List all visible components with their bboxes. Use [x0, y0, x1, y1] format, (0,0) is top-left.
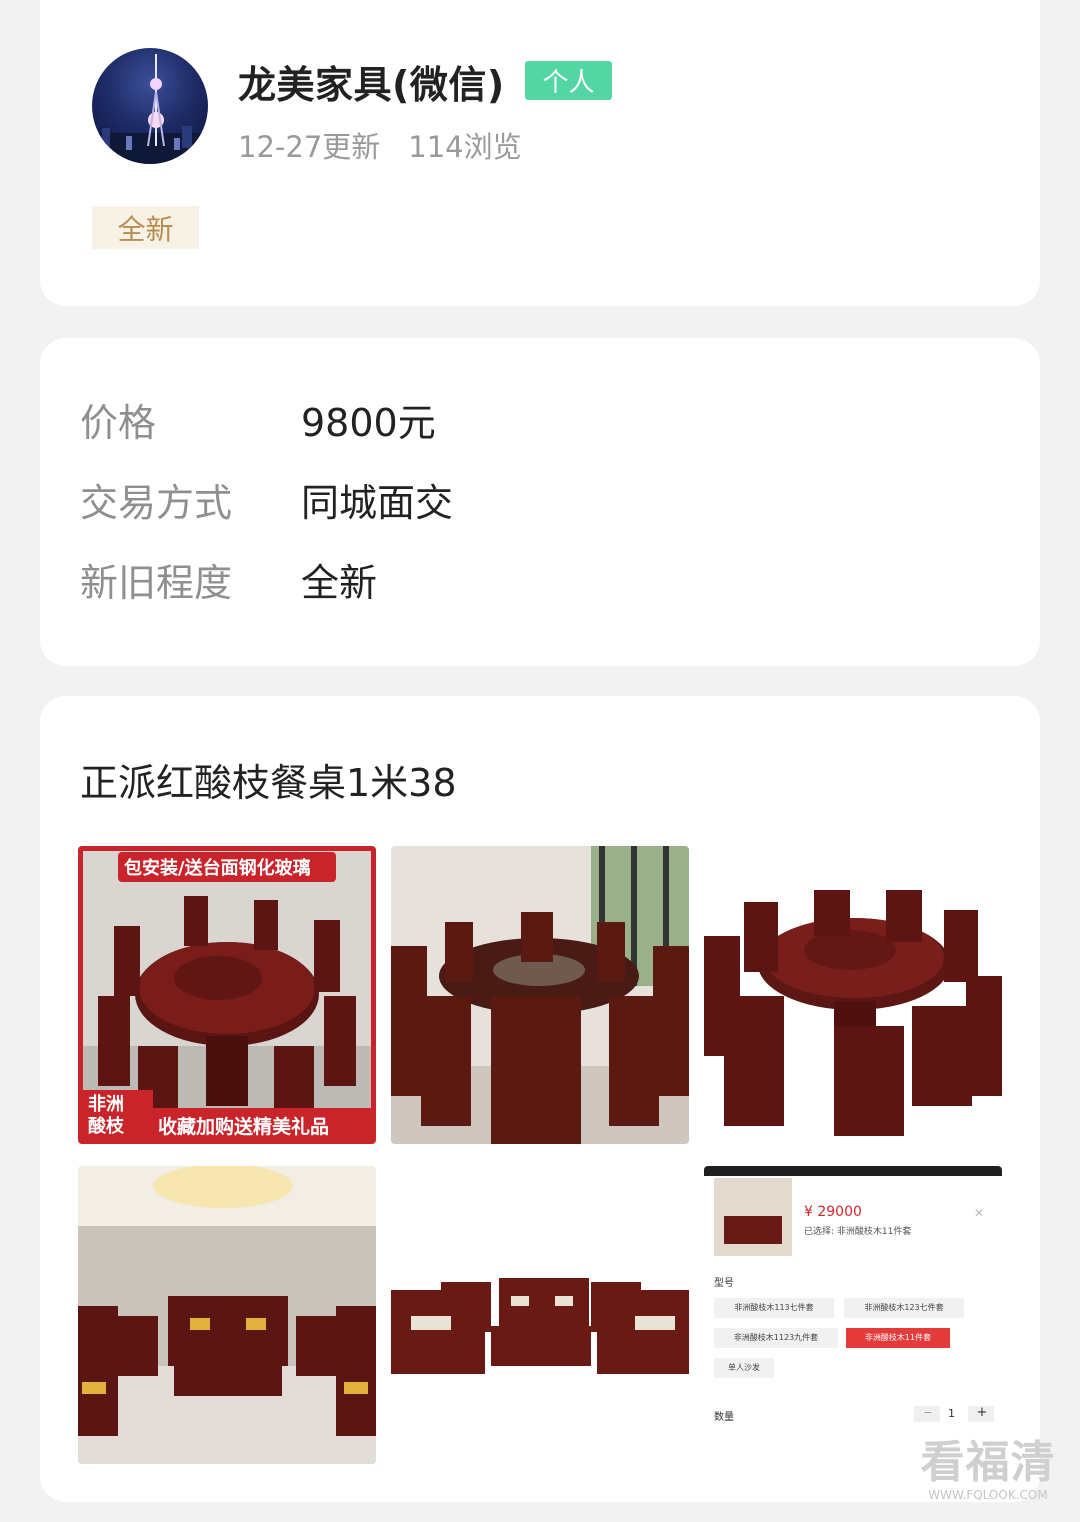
site-watermark: 看福清 WWW.FQLOOK.COM — [918, 1437, 1058, 1503]
qty-plus-button[interactable]: + — [972, 1405, 992, 1420]
watermark-logo: 看福清 — [920, 1437, 1056, 1488]
qty-value: 1 — [948, 1407, 955, 1420]
product-photo-2[interactable] — [391, 846, 689, 1144]
info-value: 9800元 — [301, 401, 436, 445]
shop-qty-label: 数量 — [714, 1412, 734, 1423]
condition-tag: 全新 — [92, 206, 199, 249]
product-photo-6[interactable]: ¥ 29000 已选择: 非洲酸枝木11件套 ✕ 型号 非洲酸枝木113七件套 … — [704, 1166, 1002, 1464]
close-icon: ✕ — [974, 1206, 985, 1220]
info-label: 价格 — [80, 401, 157, 445]
product-photo-1[interactable]: 包安装/送台面钢化玻璃 非洲 酸枝 收藏加购送精美礼品 — [78, 846, 376, 1144]
shop-option-selected[interactable]: 非洲酸枝木11件套 — [846, 1328, 950, 1348]
shop-selected: 已选择: 非洲酸枝木11件套 — [804, 1227, 912, 1237]
info-value: 同城面交 — [301, 481, 454, 525]
product-photo-4[interactable] — [78, 1166, 376, 1464]
seller-card: 龙美家具(微信) 个人 12-27更新 114浏览 全新 — [40, 0, 1040, 306]
info-label: 新旧程度 — [80, 561, 233, 605]
product-photo-3[interactable] — [704, 846, 1002, 1144]
info-card: 价格 9800元 交易方式 同城面交 新旧程度 全新 — [40, 338, 1040, 666]
photo-footer-text: 收藏加购送精美礼品 — [158, 1116, 330, 1138]
seller-type-badge: 个人 — [525, 61, 612, 100]
shop-option[interactable]: 单人沙发 — [714, 1358, 774, 1378]
product-photo-5[interactable] — [391, 1166, 689, 1464]
shop-option[interactable]: 非洲酸枝木1123九件套 — [714, 1328, 838, 1348]
watermark-url: WWW.FQLOOK.COM — [928, 1488, 1048, 1502]
qty-minus-button[interactable]: − — [918, 1406, 938, 1419]
description-title: 正派红酸枝餐桌1米38 — [80, 761, 457, 805]
shop-price: ¥ 29000 — [804, 1204, 862, 1220]
photo-corner-text: 非洲 酸枝 — [88, 1094, 124, 1137]
listing-meta: 12-27更新 114浏览 — [238, 124, 522, 166]
view-count: 114浏览 — [408, 130, 522, 164]
seller-avatar[interactable] — [92, 48, 208, 164]
shop-model-label: 型号 — [714, 1278, 734, 1289]
info-value: 全新 — [301, 561, 378, 605]
seller-name[interactable]: 龙美家具(微信) — [238, 54, 505, 109]
shop-option[interactable]: 非洲酸枝木123七件套 — [844, 1298, 964, 1318]
description-card: 正派红酸枝餐桌1米38 包安装/送台面钢化玻璃 非洲 酸枝 收藏加购送精美礼品 — [40, 696, 1040, 1502]
info-label: 交易方式 — [80, 481, 233, 525]
updated-date: 12-27更新 — [238, 130, 381, 164]
shop-option[interactable]: 非洲酸枝木113七件套 — [714, 1298, 834, 1318]
photo-banner-text: 包安装/送台面钢化玻璃 — [124, 858, 311, 879]
